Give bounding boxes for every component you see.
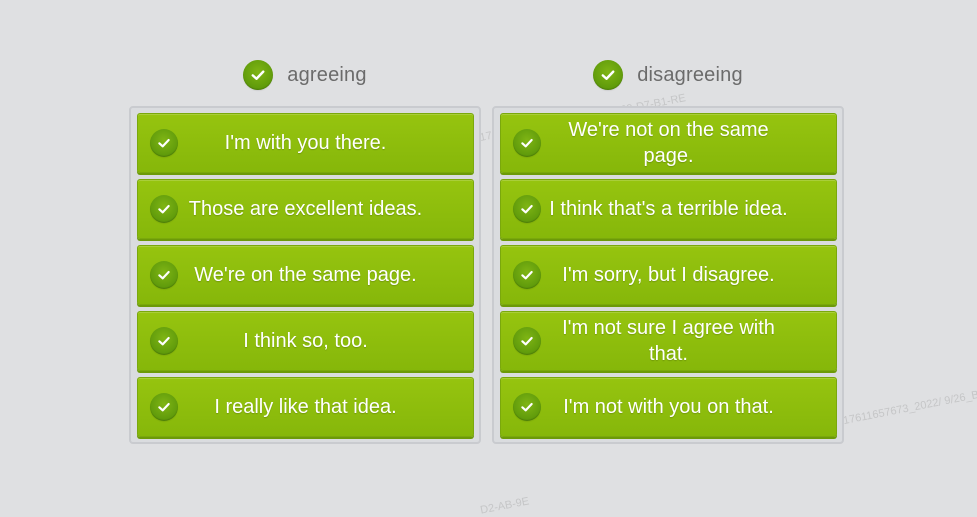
answer-label: I'm with you there. [224,132,387,154]
column-title: disagreeing [637,63,743,86]
answer-button[interactable]: I really like that idea. [137,377,474,437]
answer-button[interactable]: I'm sorry, but I disagree. [500,245,837,305]
answer-button[interactable]: I'm with you there. [137,113,474,173]
check-circle-icon [150,261,178,289]
answer-panel: We're not on the same page. I think that… [492,106,844,444]
check-circle-icon [593,60,624,90]
column-header: disagreeing [492,58,844,92]
answer-label: Those are excellent ideas. [188,198,423,220]
answer-label: We're not on the same page. [568,119,769,167]
column-header: agreeing [129,58,481,92]
check-circle-icon [150,327,178,355]
check-circle-icon [513,195,541,223]
answer-label: I'm not with you on that. [563,396,774,418]
answer-button[interactable]: Those are excellent ideas. [137,179,474,239]
answer-button[interactable]: I think that's a terrible idea. [500,179,837,239]
category-column-disagreeing: disagreeing We're not on the same page. … [492,58,844,444]
check-circle-icon [513,261,541,289]
check-circle-icon [150,195,178,223]
check-circle-icon [243,60,274,90]
answer-button[interactable]: I'm not with you on that. [500,377,837,437]
check-circle-icon [513,129,541,157]
answer-label: I'm not sure I agree with that. [562,317,775,365]
watermark-text: 17611657673_2022/ 9/26_B [842,388,977,428]
answer-label: I think so, too. [243,330,368,352]
check-circle-icon [513,327,541,355]
answer-button[interactable]: We're not on the same page. [500,113,837,173]
check-circle-icon [513,393,541,421]
answer-button[interactable]: We're on the same page. [137,245,474,305]
answer-panel: I'm with you there. Those are excellent … [129,106,481,444]
answer-label: I really like that idea. [214,396,397,418]
answer-button[interactable]: I think so, too. [137,311,474,371]
answer-button[interactable]: I'm not sure I agree with that. [500,311,837,371]
answer-label: I think that's a terrible idea. [549,198,788,220]
column-title: agreeing [287,63,367,86]
answer-label: We're on the same page. [194,264,417,286]
check-circle-icon [150,393,178,421]
category-column-agreeing: agreeing I'm with you there. Those are e… [129,58,481,444]
watermark-text: D2-AB-9E [479,495,531,517]
check-circle-icon [150,129,178,157]
answer-label: I'm sorry, but I disagree. [562,264,775,286]
